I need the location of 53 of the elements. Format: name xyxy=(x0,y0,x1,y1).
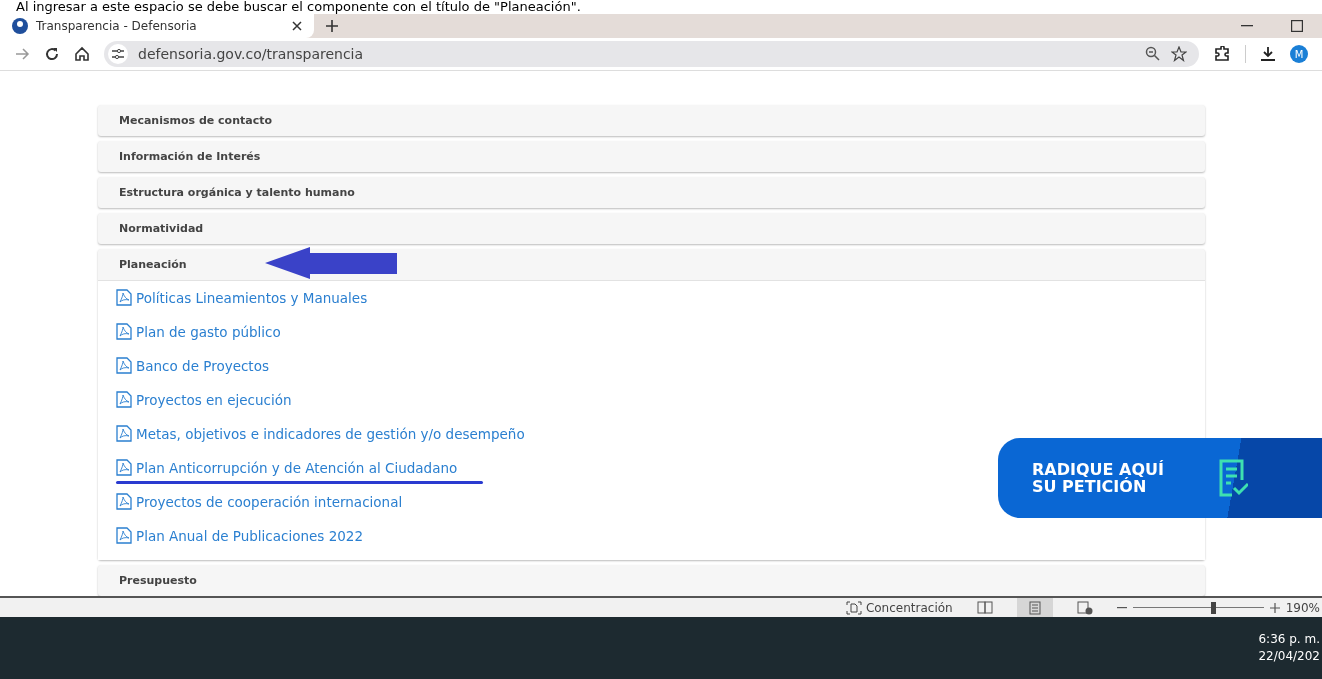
clock-time: 6:36 p. m. xyxy=(1258,631,1320,648)
zoom-out-icon[interactable] xyxy=(1116,606,1127,609)
sliders-icon xyxy=(112,49,124,59)
banner-text: SU PETICIÓN xyxy=(1032,478,1148,495)
pdf-icon xyxy=(116,459,132,476)
zoom-percentage: 190% xyxy=(1285,600,1320,615)
star-icon[interactable] xyxy=(1171,46,1187,62)
address-bar[interactable]: defensoria.gov.co/transparencia xyxy=(104,41,1199,67)
reload-icon[interactable] xyxy=(44,46,60,62)
pdf-icon xyxy=(116,289,132,306)
document-link[interactable]: Políticas Lineamientos y Manuales xyxy=(116,285,368,310)
document-link[interactable]: Plan Anticorrupción y de Atención al Ciudadano xyxy=(116,455,458,480)
document-link[interactable]: Plan de gasto público xyxy=(116,319,281,344)
new-tab-icon[interactable] xyxy=(326,20,338,32)
forward-icon[interactable] xyxy=(16,48,30,60)
accordion-header[interactable]: Presupuesto xyxy=(98,565,1205,596)
slider-thumb[interactable] xyxy=(1210,601,1216,614)
maximize-icon[interactable] xyxy=(1291,20,1303,32)
accordion-header[interactable]: Información de Interés xyxy=(98,141,1205,172)
document-link[interactable]: Banco de Proyectos xyxy=(116,353,269,378)
pdf-icon xyxy=(116,493,132,510)
accordion-header[interactable]: Normatividad xyxy=(98,213,1205,244)
clock-date: 22/04/202 xyxy=(1258,648,1320,665)
site-info-icon[interactable] xyxy=(108,44,128,64)
site-logo-icon xyxy=(12,18,28,34)
close-icon[interactable] xyxy=(292,21,302,31)
accordion-header[interactable]: Estructura orgánica y talento humano xyxy=(98,177,1205,208)
page-icon xyxy=(1026,600,1043,615)
pdf-icon xyxy=(116,391,132,408)
zoom-in-icon[interactable] xyxy=(1269,602,1280,613)
document-link[interactable]: Plan Anual de Publicaciones 2022 xyxy=(116,523,364,548)
petition-banner[interactable]: RADIQUE AQUÍ SU PETICIÓN xyxy=(998,438,1322,518)
caption-text: Al ingresar a este espacio se debe buscar el componente con el título de "Planeación". xyxy=(15,0,582,14)
home-icon[interactable] xyxy=(74,46,90,62)
banner-text: RADIQUE AQUÍ xyxy=(1032,461,1164,478)
document-link[interactable]: Proyectos en ejecución xyxy=(116,387,292,412)
browser-tab[interactable]: Transparencia - Defensoria xyxy=(0,14,314,38)
accordion-header[interactable]: Mecanismos de contacto xyxy=(98,105,1205,136)
puzzle-icon[interactable] xyxy=(1213,46,1231,62)
pdf-icon xyxy=(116,527,132,544)
print-layout-button[interactable] xyxy=(1016,598,1053,617)
pdf-icon xyxy=(116,357,132,374)
pdf-icon xyxy=(116,425,132,442)
checklist-icon xyxy=(1217,458,1248,498)
pdf-icon xyxy=(116,323,132,340)
zoom-out-icon[interactable] xyxy=(1145,46,1161,62)
profile-avatar[interactable]: M xyxy=(1290,45,1308,63)
focus-mode-button[interactable]: Concentración xyxy=(845,600,953,615)
document-link[interactable]: Metas, objetivos e indicadores de gestión y/o desempeño xyxy=(116,421,525,446)
download-icon[interactable] xyxy=(1260,46,1276,62)
focus-icon xyxy=(845,600,862,615)
document-link[interactable]: Proyectos de cooperación internacional xyxy=(116,489,403,514)
minimize-icon[interactable] xyxy=(1241,25,1253,27)
